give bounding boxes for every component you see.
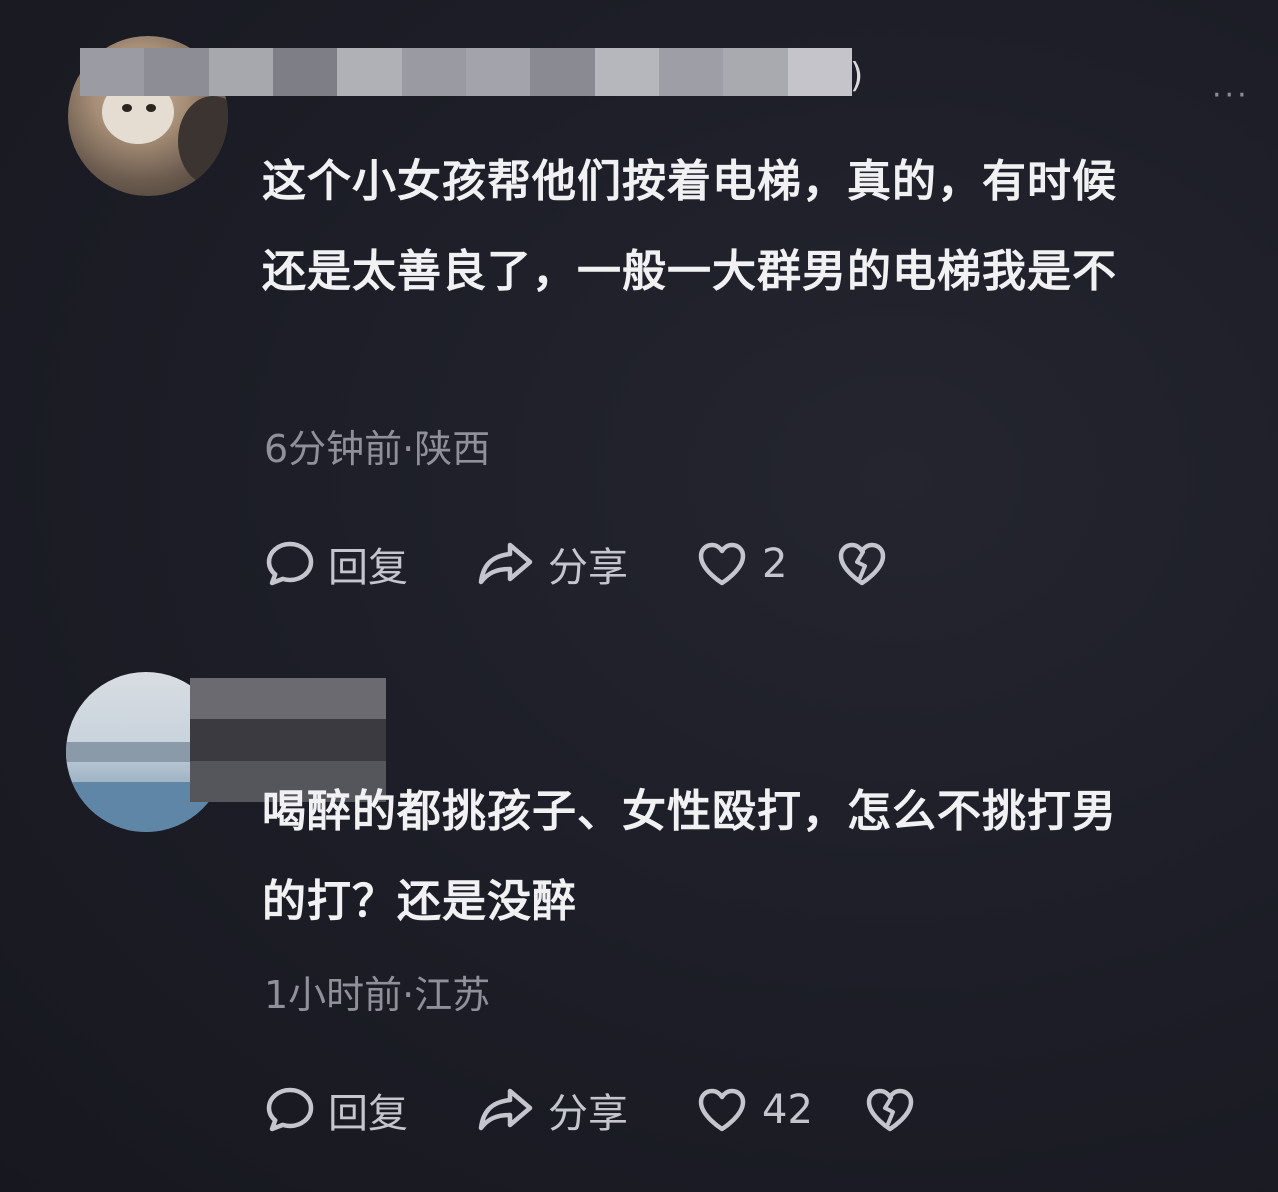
dislike-button[interactable] xyxy=(836,540,888,588)
avatar-cat-eye xyxy=(146,104,156,112)
like-button[interactable]: 2 xyxy=(696,540,836,588)
comment-actions: 回复 分享 2 xyxy=(264,534,888,594)
dislike-button[interactable] xyxy=(864,1086,916,1134)
heart-icon xyxy=(696,540,748,588)
share-button[interactable]: 分享 xyxy=(476,535,696,593)
more-options-button[interactable]: ··· xyxy=(1212,78,1250,113)
comment-text-line: 这个小女孩帮他们按着电梯，真的，有时候 xyxy=(262,156,1117,207)
username-visible-suffix: ) xyxy=(850,56,864,96)
speech-bubble-icon xyxy=(264,539,316,589)
comment-item: ) ··· 这个小女孩帮他们按着电梯，真的，有时候 还是太善良了，一般一大群男的… xyxy=(0,0,1278,640)
like-button[interactable]: 42 xyxy=(696,1086,864,1134)
comment-text: 这个小女孩帮他们按着电梯，真的，有时候 还是太善良了，一般一大群男的电梯我是不 xyxy=(262,137,1262,317)
avatar-shadow xyxy=(178,96,228,186)
share-arrow-icon xyxy=(476,539,536,589)
reply-button[interactable]: 回复 xyxy=(264,1081,476,1139)
speech-bubble-icon xyxy=(264,1085,316,1135)
reply-label: 回复 xyxy=(328,545,408,591)
comment-text-line: 喝醉的都挑孩子、女性殴打，怎么不挑打男 xyxy=(262,786,1117,837)
broken-heart-icon xyxy=(864,1086,916,1134)
comment-text: 喝醉的都挑孩子、女性殴打，怎么不挑打男 的打？还是没醉 xyxy=(262,767,1262,947)
reply-button[interactable]: 回复 xyxy=(264,535,476,593)
share-label: 分享 xyxy=(548,1091,628,1137)
comment-text-line: 还是太善良了，一般一大群男的电梯我是不 xyxy=(262,246,1117,297)
broken-heart-icon xyxy=(836,540,888,588)
reply-label: 回复 xyxy=(328,1091,408,1137)
avatar-cat-eye xyxy=(122,104,132,112)
share-arrow-icon xyxy=(476,1085,536,1135)
comment-time-location: 1小时前·江苏 xyxy=(264,973,491,1017)
share-button[interactable]: 分享 xyxy=(476,1081,696,1139)
like-count: 2 xyxy=(762,541,788,587)
like-count: 42 xyxy=(762,1087,813,1133)
comment-actions: 回复 分享 42 xyxy=(264,1080,916,1140)
heart-icon xyxy=(696,1086,748,1134)
username-redacted[interactable] xyxy=(80,48,852,96)
comment-time-location: 6分钟前·陕西 xyxy=(264,427,491,471)
share-label: 分享 xyxy=(548,545,628,591)
comment-item: 喝醉的都挑孩子、女性殴打，怎么不挑打男 的打？还是没醉 1小时前·江苏 回复 分… xyxy=(0,640,1278,1192)
comment-text-line: 的打？还是没醉 xyxy=(262,876,577,927)
